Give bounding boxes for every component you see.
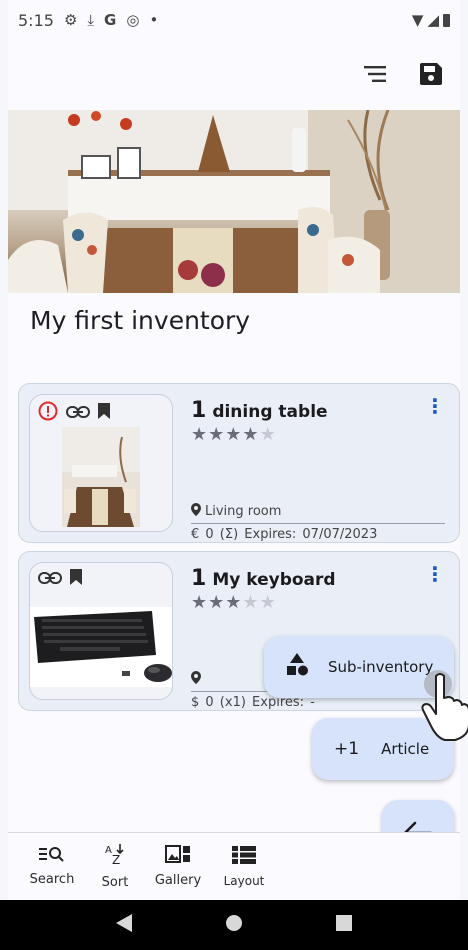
location-pin-icon <box>191 503 201 520</box>
alert-icon <box>38 401 58 425</box>
gallery-icon <box>165 845 191 867</box>
system-recents-icon[interactable] <box>335 915 352 935</box>
svg-text:Z: Z <box>112 853 120 865</box>
search-list-icon <box>39 846 65 866</box>
article-name: My keyboard <box>212 570 336 590</box>
system-home-icon[interactable] <box>225 914 243 936</box>
bookmark-icon <box>70 569 82 589</box>
nav-search-label: Search <box>29 872 75 887</box>
nav-gallery[interactable]: Gallery <box>146 833 210 900</box>
plus-one-icon: +1 <box>334 739 360 759</box>
battery-icon <box>443 13 450 27</box>
system-navigation-bar <box>0 900 468 950</box>
star-icon: ★ <box>242 592 260 613</box>
article-rating: ★★★★★ <box>191 424 277 445</box>
nav-layout-label: Layout <box>223 873 265 888</box>
card-divider <box>191 523 445 524</box>
inventory-cover-image <box>8 110 460 293</box>
star-icon: ★ <box>208 424 226 445</box>
more-options-icon[interactable]: ⋮ <box>425 396 445 416</box>
settings-icon: ⚙ <box>63 11 78 29</box>
article-card-dining-table[interactable]: 1 dining table ★★★★★ ⋮ Living room € 0 (Σ… <box>18 383 460 543</box>
star-icon: ★ <box>191 424 209 445</box>
sort-az-icon: AZ <box>104 843 126 869</box>
inventory-title: My first inventory <box>30 306 251 335</box>
bottom-navigation: Search AZ Sort Gallery Layout <box>8 832 460 900</box>
vpn-icon: ◎ <box>126 11 140 29</box>
star-icon: ★ <box>259 592 277 613</box>
link-icon <box>66 404 90 423</box>
sort-lines-icon[interactable] <box>360 59 390 89</box>
nav-search[interactable]: Search <box>20 833 84 900</box>
bookmark-icon <box>98 403 110 423</box>
article-title: 1 dining table <box>191 398 328 423</box>
save-icon[interactable] <box>416 59 446 89</box>
shapes-icon <box>284 653 310 681</box>
location-label: Living room <box>205 504 282 519</box>
article-rating: ★★★★★ <box>191 592 277 613</box>
article-name: dining table <box>212 402 328 422</box>
nav-gallery-label: Gallery <box>154 873 202 888</box>
article-price-expiry: € 0 (Σ) Expires: 07/07/2023 <box>191 527 378 542</box>
article-location <box>191 671 205 688</box>
article-quantity: 1 <box>191 566 207 591</box>
star-icon: ★ <box>242 424 260 445</box>
article-location: Living room <box>191 503 281 520</box>
google-icon: G <box>104 11 117 29</box>
star-icon: ★ <box>225 592 243 613</box>
article-thumbnail <box>29 562 173 700</box>
link-icon <box>38 570 62 589</box>
star-icon: ★ <box>225 424 243 445</box>
wifi-icon: ▼ <box>411 11 424 29</box>
article-quantity: 1 <box>191 398 207 423</box>
article-thumbnail <box>29 394 173 532</box>
list-layout-icon <box>232 845 256 868</box>
star-icon: ★ <box>259 424 277 445</box>
nav-sort-label: Sort <box>101 875 129 890</box>
star-icon: ★ <box>208 592 226 613</box>
star-icon: ★ <box>191 592 209 613</box>
top-app-bar <box>8 40 460 108</box>
svg-text:A: A <box>105 845 112 856</box>
more-options-icon[interactable]: ⋮ <box>425 564 445 584</box>
download-icon: ⤓ <box>87 11 95 29</box>
system-back-icon[interactable] <box>116 914 133 936</box>
status-bar: 5:15 ⚙ ⤓ G ◎ • ▼ ◢ <box>8 0 460 40</box>
touch-pointer-icon <box>418 660 468 748</box>
location-pin-icon <box>191 671 201 688</box>
article-title: 1 My keyboard <box>191 566 336 591</box>
signal-icon: ◢ <box>427 11 439 29</box>
status-time: 5:15 <box>18 10 54 30</box>
dot-icon: • <box>149 11 159 29</box>
app-screen: 5:15 ⚙ ⤓ G ◎ • ▼ ◢ My first inventory 1 … <box>8 0 468 950</box>
nav-sort[interactable]: AZ Sort <box>86 833 144 900</box>
article-photo <box>62 427 140 527</box>
article-photo <box>30 607 172 687</box>
nav-layout[interactable]: Layout <box>212 833 276 900</box>
